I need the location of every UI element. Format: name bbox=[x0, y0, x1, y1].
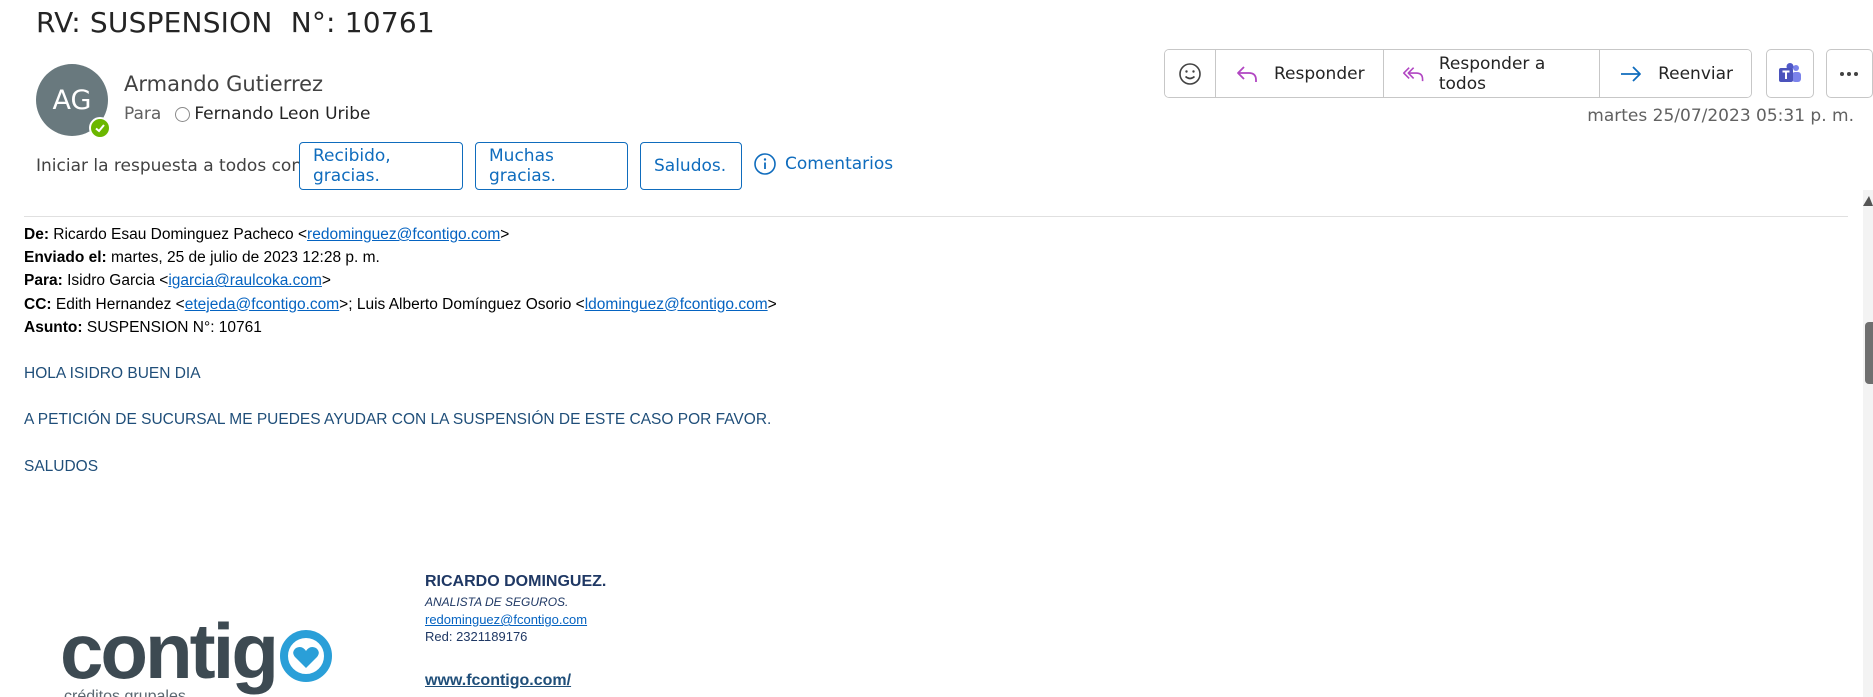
quick-reply-label: Iniciar la respuesta a todos con: bbox=[36, 156, 308, 176]
forward-cc: CC: Edith Hernandez <etejeda@fcontigo.co… bbox=[24, 295, 777, 313]
sender-name[interactable]: Armando Gutierrez bbox=[124, 72, 323, 96]
teams-button[interactable] bbox=[1766, 49, 1814, 98]
check-icon bbox=[95, 124, 105, 133]
reply-icon bbox=[1237, 65, 1257, 82]
signature-website-link[interactable]: www.fcontigo.com/ bbox=[425, 672, 571, 690]
scrollbar-up-arrow[interactable] bbox=[1863, 196, 1873, 206]
company-logo: contig créditos grupales bbox=[60, 612, 334, 697]
cc-email-link-2[interactable]: ldominguez@fcontigo.com bbox=[585, 296, 768, 313]
emoji-icon bbox=[1179, 62, 1201, 85]
comments-link[interactable]: Comentarios bbox=[753, 152, 893, 176]
signature-block: RICARDO DOMINGUEZ. ANALISTA DE SEGUROS. … bbox=[425, 573, 606, 644]
signature-name: RICARDO DOMINGUEZ. bbox=[425, 573, 607, 590]
recipient-status-icon bbox=[175, 106, 191, 122]
avatar-initials: AG bbox=[52, 84, 92, 116]
more-button[interactable] bbox=[1825, 49, 1873, 98]
scrollbar-track[interactable] bbox=[1863, 190, 1873, 697]
avatar[interactable]: AG bbox=[36, 64, 111, 139]
reply-all-label: Responder a todos bbox=[1438, 53, 1546, 94]
to-line: Para Fernando Leon Uribe bbox=[124, 104, 371, 124]
info-icon bbox=[754, 153, 776, 175]
body-line-closing: SALUDOS bbox=[24, 457, 99, 475]
message-date: martes 25/07/2023 05:31 p. m. bbox=[1587, 106, 1854, 126]
recipient[interactable]: Fernando Leon Uribe bbox=[169, 104, 371, 124]
reply-all-icon bbox=[1402, 66, 1423, 81]
logo-word: contig bbox=[60, 607, 279, 695]
action-group: Responder Responder a todos Reenviar bbox=[1164, 49, 1753, 98]
logo-heart-icon bbox=[279, 630, 332, 682]
forward-from: De: Ricardo Esau Dominguez Pacheco <redo… bbox=[24, 226, 510, 243]
forward-button[interactable]: Reenviar bbox=[1600, 50, 1752, 97]
scrollbar-thumb[interactable] bbox=[1865, 322, 1873, 384]
quick-reply-thanks[interactable]: Muchas gracias. bbox=[475, 142, 628, 190]
body-line-greeting: HOLA ISIDRO BUEN DIA bbox=[24, 365, 201, 383]
to-label: Para bbox=[124, 104, 162, 124]
emoji-button[interactable] bbox=[1165, 50, 1216, 97]
forward-sent: Enviado el: martes, 25 de julio de 2023 … bbox=[24, 249, 380, 267]
reply-button[interactable]: Responder bbox=[1216, 50, 1384, 97]
cc-email-link-1[interactable]: etejeda@fcontigo.com bbox=[185, 296, 339, 313]
subject: RV: SUSPENSION N°: 10761 bbox=[36, 6, 435, 39]
quick-reply-regards[interactable]: Saludos. bbox=[640, 142, 742, 190]
forward-label: Reenviar bbox=[1658, 63, 1734, 84]
reply-label: Responder bbox=[1274, 63, 1365, 84]
teams-icon bbox=[1778, 62, 1801, 82]
more-icon bbox=[1840, 71, 1859, 76]
from-email-link[interactable]: redominguez@fcontigo.com bbox=[307, 226, 500, 243]
recipient-name: Fernando Leon Uribe bbox=[194, 104, 371, 124]
quick-reply-received[interactable]: Recibido, gracias. bbox=[299, 142, 463, 190]
action-bar: Responder Responder a todos Reenviar bbox=[1164, 49, 1873, 98]
forward-icon bbox=[1621, 65, 1641, 82]
message-body: De: Ricardo Esau Dominguez Pacheco <redo… bbox=[24, 223, 777, 478]
forward-subject: Asunto: SUSPENSION N°: 10761 bbox=[24, 318, 262, 336]
to-email-link[interactable]: igarcia@raulcoka.com bbox=[168, 272, 322, 289]
signature-title: ANALISTA DE SEGUROS. bbox=[425, 595, 569, 609]
divider bbox=[24, 216, 1848, 217]
signature-email-link[interactable]: redominguez@fcontigo.com bbox=[425, 612, 606, 627]
reply-all-button[interactable]: Responder a todos bbox=[1383, 50, 1601, 97]
presence-badge bbox=[89, 117, 111, 139]
comments-label: Comentarios bbox=[785, 154, 894, 174]
forward-to: Para: Isidro Garcia <igarcia@raulcoka.co… bbox=[24, 272, 331, 290]
body-line-request: A PETICIÓN DE SUCURSAL ME PUEDES AYUDAR … bbox=[24, 411, 772, 429]
signature-phone: Red: 2321189176 bbox=[425, 629, 528, 644]
